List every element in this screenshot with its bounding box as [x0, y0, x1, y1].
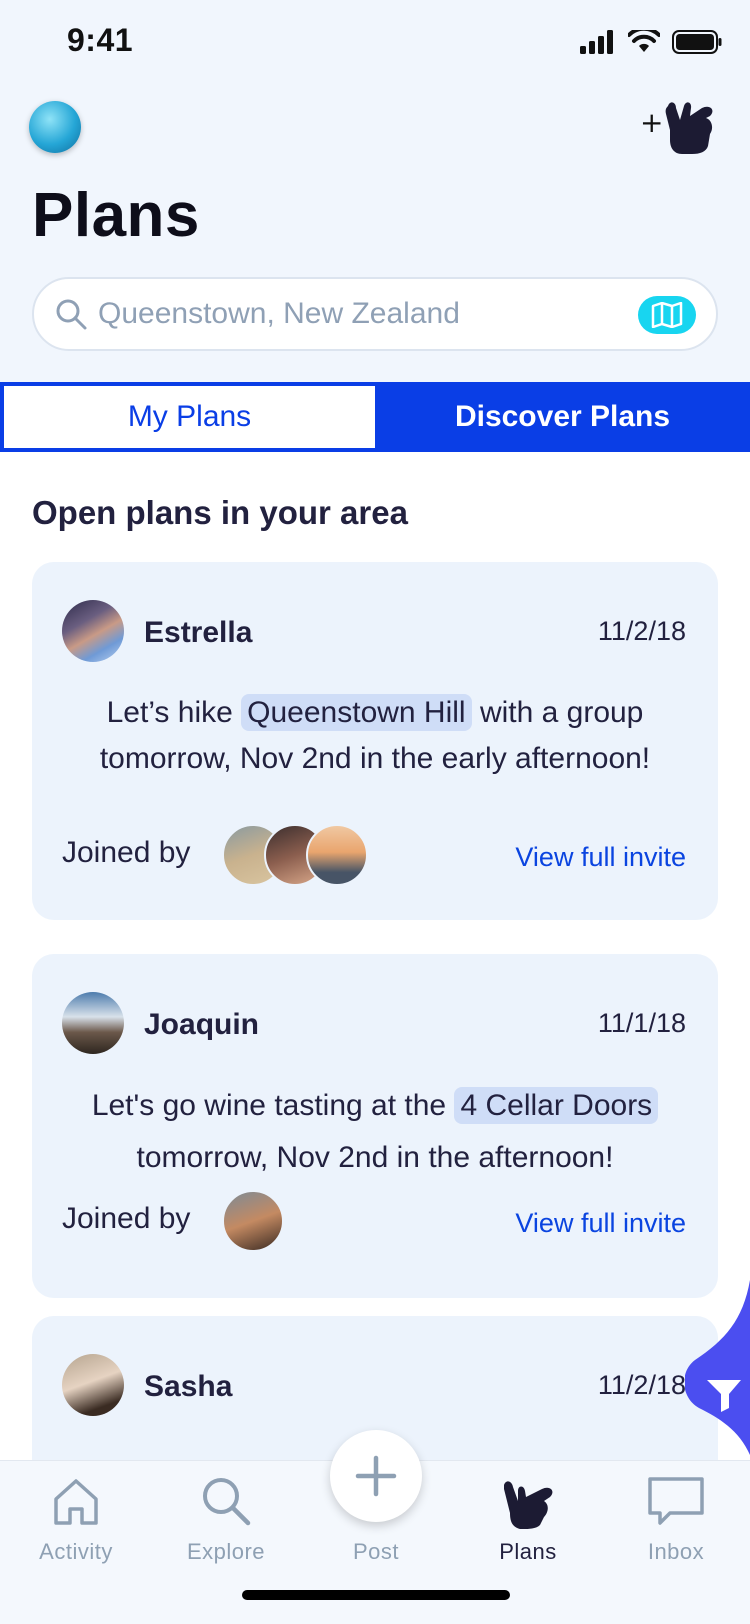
home-indicator — [242, 1590, 510, 1600]
search-icon — [203, 1478, 251, 1526]
home-icon — [54, 1479, 98, 1525]
map-view-button[interactable] — [638, 296, 696, 334]
plan-card[interactable]: Joaquin 11/1/18 Let's go wine tasting at… — [32, 954, 718, 1298]
status-bar: 9:41 — [0, 0, 750, 88]
profile-avatar[interactable] — [29, 101, 81, 153]
page-title: Plans — [32, 181, 200, 250]
plan-author-name[interactable]: Joaquin — [144, 1008, 259, 1042]
tab-inbox[interactable]: Inbox — [616, 1471, 736, 1565]
avatar[interactable] — [62, 1354, 124, 1416]
participant-avatar[interactable] — [222, 1190, 284, 1252]
joined-by-label: Joined by — [62, 1202, 191, 1235]
plan-location-tag[interactable]: 4 Cellar Doors — [454, 1087, 659, 1124]
plan-description: Let's go wine tasting at the 4 Cellar Do… — [52, 1080, 698, 1184]
plan-text-before: Let’s hike — [106, 696, 233, 729]
tab-plans[interactable]: Plans — [468, 1471, 588, 1565]
plan-text-before: Let's go wine tasting at the — [91, 1089, 447, 1122]
tab-my-plans[interactable]: My Plans — [4, 386, 375, 448]
cellular-signal-icon — [580, 30, 613, 54]
search-placeholder: Queenstown, New Zealand — [98, 297, 460, 330]
joined-by-label: Joined by — [62, 836, 191, 869]
tab-label: Post — [352, 1539, 400, 1564]
tab-activity[interactable]: Activity — [16, 1471, 136, 1565]
plan-card[interactable]: Estrella 11/2/18 Let’s hike Queenstown H… — [32, 562, 718, 920]
add-plan-shaka-icon[interactable]: + — [640, 96, 724, 156]
participant-avatar[interactable] — [306, 824, 368, 886]
map-icon — [651, 302, 683, 328]
status-time: 9:41 — [67, 22, 134, 58]
search-icon — [56, 299, 87, 330]
section-title: Open plans in your area — [32, 494, 408, 531]
filter-button[interactable] — [685, 1280, 750, 1455]
plan-date: 11/2/18 — [597, 616, 686, 646]
tab-post-label-wrap: Post — [316, 1539, 436, 1565]
plans-segmented-tabs: My Plans Discover Plans — [0, 382, 750, 452]
tab-label: Activity — [39, 1539, 113, 1564]
plans-list: Open plans in your area Estrella 11/2/18… — [0, 452, 750, 1460]
shaka-icon — [504, 1481, 553, 1529]
avatar[interactable] — [62, 600, 124, 662]
svg-text:+: + — [640, 106, 663, 139]
tab-discover-plans[interactable]: Discover Plans — [375, 382, 750, 452]
view-full-invite-link[interactable]: View full invite — [515, 1208, 686, 1239]
chat-bubble-icon — [648, 1477, 704, 1525]
view-full-invite-link[interactable]: View full invite — [515, 842, 686, 873]
avatar[interactable] — [62, 992, 124, 1054]
search-input[interactable]: Queenstown, New Zealand — [32, 277, 718, 351]
tab-label: Explore — [186, 1539, 266, 1564]
post-button[interactable] — [330, 1430, 422, 1522]
tab-explore[interactable]: Explore — [166, 1471, 286, 1565]
plan-author-name[interactable]: Estrella — [144, 616, 252, 650]
battery-icon — [672, 30, 722, 54]
plan-text-after: tomorrow, Nov 2nd in the afternoon! — [136, 1141, 614, 1174]
wifi-icon — [628, 30, 660, 52]
plan-description: Let’s hike Queenstown Hill with a group … — [52, 690, 698, 782]
status-icons — [580, 30, 722, 54]
plan-location-tag[interactable]: Queenstown Hill — [241, 694, 472, 731]
plan-date: 11/2/18 — [597, 1370, 686, 1400]
plus-icon — [355, 1455, 397, 1497]
plan-author-name[interactable]: Sasha — [144, 1370, 232, 1404]
plan-date: 11/1/18 — [597, 1008, 686, 1038]
tab-label: Plans — [499, 1539, 557, 1564]
tab-label: Inbox — [647, 1539, 705, 1564]
